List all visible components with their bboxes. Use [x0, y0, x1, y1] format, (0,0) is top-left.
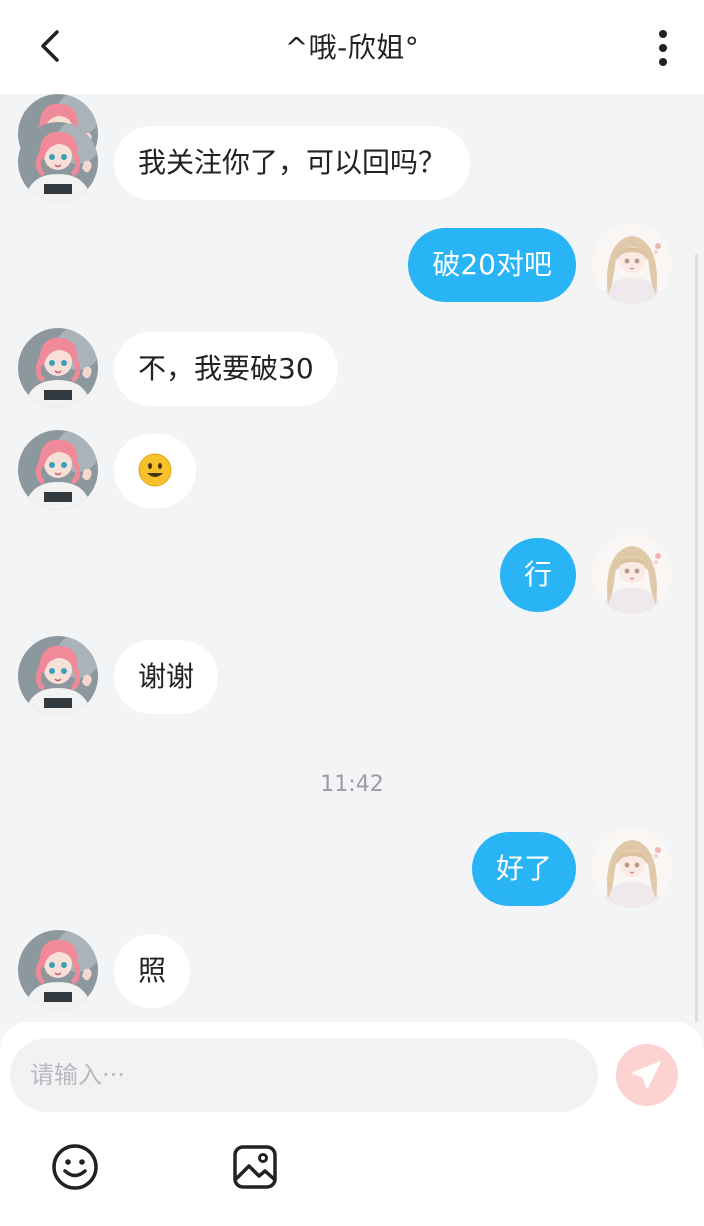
my-avatar[interactable] [592, 828, 672, 908]
send-paper-plane-icon [632, 1061, 661, 1089]
message-row [0, 430, 704, 510]
my-avatar[interactable] [592, 534, 672, 614]
image-icon[interactable] [232, 1144, 278, 1190]
incoming-message-bubble[interactable]: 照 [114, 934, 191, 1008]
contact-avatar[interactable] [18, 122, 98, 202]
message-timestamp: 11:42 [320, 772, 384, 797]
incoming-message-bubble[interactable]: 不，我要破30 [114, 332, 338, 406]
message-input[interactable] [10, 1038, 598, 1112]
send-button[interactable] [616, 1044, 678, 1106]
message-row: 谢谢 [0, 636, 704, 716]
composer-panel [0, 1022, 704, 1226]
top-bar: ^哦-欣姐° [0, 0, 704, 94]
message-list[interactable]: 我关注你了，可以回吗？ 破20对吧 不，我要破30 行 谢谢 11:42 好了 … [0, 94, 704, 1022]
incoming-message-bubble[interactable]: 谢谢 [114, 640, 219, 714]
outgoing-message-bubble[interactable]: 行 [499, 538, 576, 612]
emoji-icon[interactable] [50, 1142, 100, 1192]
incoming-emoji-bubble[interactable] [114, 434, 196, 508]
more-vertical-icon [659, 30, 667, 38]
smile-emoji-icon [138, 453, 172, 487]
my-avatar[interactable] [592, 224, 672, 304]
contact-avatar[interactable] [18, 430, 98, 510]
outgoing-message-bubble[interactable]: 破20对吧 [408, 228, 576, 302]
message-row: 行 [0, 534, 704, 614]
contact-avatar[interactable] [18, 328, 98, 408]
contact-avatar[interactable] [18, 930, 98, 1010]
chat-title: ^哦-欣姐° [284, 31, 420, 64]
message-row: 我关注你了，可以回吗？ [0, 122, 704, 202]
contact-avatar[interactable] [18, 636, 98, 716]
outgoing-message-bubble[interactable]: 好了 [471, 832, 576, 906]
message-row: 破20对吧 [0, 224, 704, 304]
message-row: 不，我要破30 [0, 328, 704, 408]
incoming-message-bubble[interactable]: 我关注你了，可以回吗？ [114, 126, 471, 200]
more-options-button[interactable] [648, 26, 678, 70]
message-row: 照 [0, 930, 704, 1010]
message-row: 好了 [0, 828, 704, 908]
